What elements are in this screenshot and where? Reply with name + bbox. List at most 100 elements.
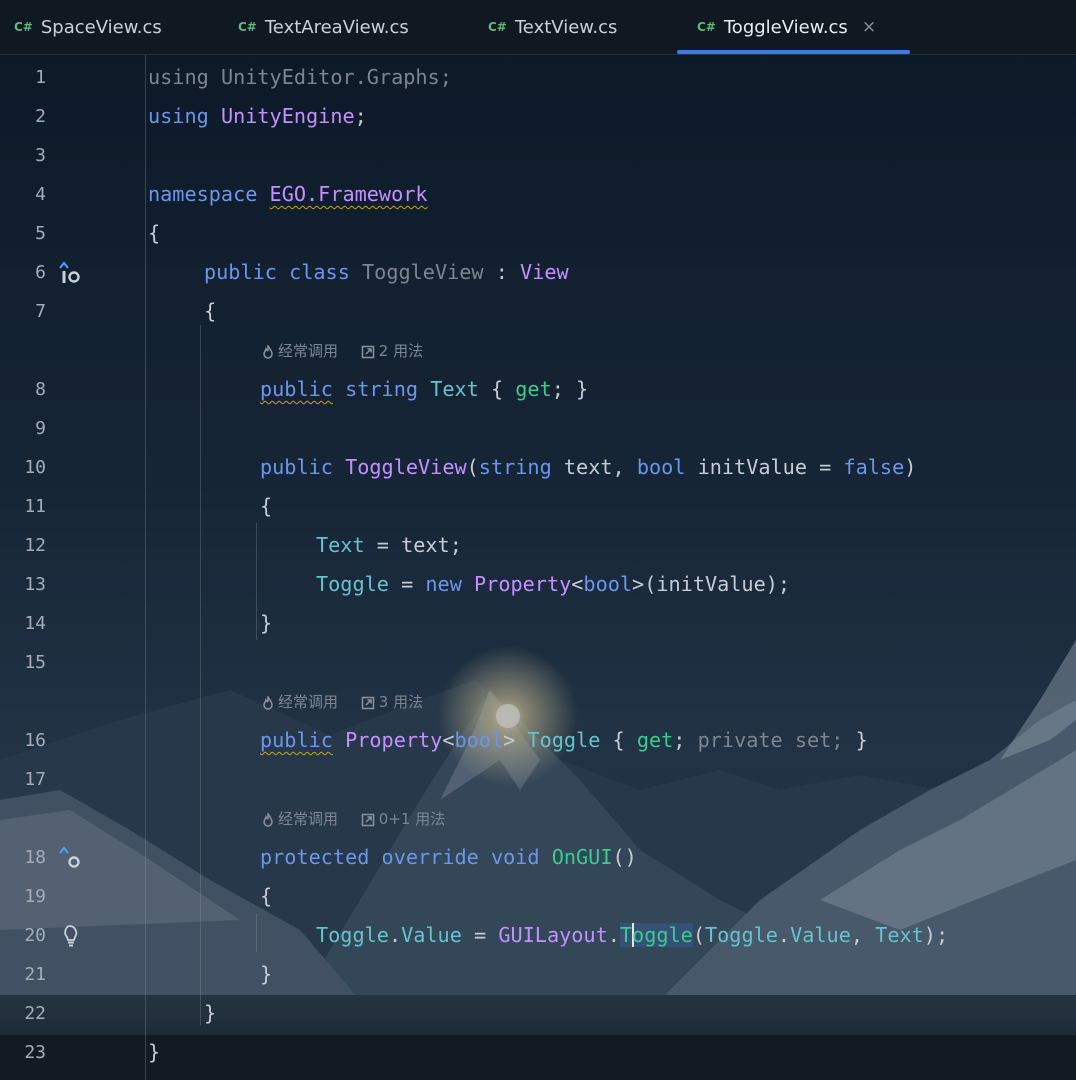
- code-line: 12 Text = text;: [0, 526, 1076, 565]
- code-text: Toggle.Value = GUILayout.Toggle(Toggle.V…: [316, 923, 949, 947]
- tab-textareaview[interactable]: C# TextAreaView.cs: [238, 0, 409, 54]
- code-line: 8 public string Text { get; }: [0, 370, 1076, 409]
- line-number: 17: [24, 769, 46, 790]
- csharp-file-icon: C#: [488, 20, 507, 34]
- code-line: 9: [0, 409, 1076, 448]
- line-number: 12: [24, 535, 46, 556]
- line-number: 16: [24, 730, 46, 751]
- frequently-called-hint[interactable]: 经常调用: [262, 683, 338, 722]
- line-number: 1: [35, 67, 46, 88]
- line-number: 21: [24, 964, 46, 985]
- csharp-file-icon: C#: [14, 20, 33, 34]
- line-number: 10: [24, 457, 46, 478]
- tab-label: TextAreaView.cs: [264, 16, 409, 38]
- line-number: 20: [24, 925, 46, 946]
- frequently-called-hint[interactable]: 经常调用: [262, 800, 338, 839]
- code-vision-hint: 经常调用 0+1 用法: [0, 800, 1076, 839]
- implemented-up-icon[interactable]: [56, 261, 82, 285]
- code-text: using UnityEngine;: [148, 104, 367, 128]
- tab-spaceview[interactable]: C# SpaceView.cs: [14, 0, 162, 54]
- editor-tab-bar: C# SpaceView.cs C# TextAreaView.cs C# Te…: [0, 0, 1076, 55]
- line-number: 11: [24, 496, 46, 517]
- flame-icon: [263, 695, 273, 710]
- flame-icon: [263, 344, 273, 359]
- line-number: 5: [35, 223, 46, 244]
- line-number: 19: [24, 886, 46, 907]
- usages-hint[interactable]: 3 用法: [361, 683, 423, 722]
- code-line: 18 protected override void OnGUI(): [0, 838, 1076, 877]
- code-text: Toggle = new Property<bool>(initValue);: [316, 572, 791, 596]
- code-text: {: [204, 299, 217, 323]
- code-line: 13 Toggle = new Property<bool>(initValue…: [0, 565, 1076, 604]
- code-text: public string Text { get; }: [260, 377, 589, 401]
- code-text: protected override void OnGUI(): [260, 845, 637, 869]
- indent-guide: [200, 325, 201, 1025]
- flame-icon: [263, 812, 273, 827]
- tab-toggleview[interactable]: C# ToggleView.cs ×: [697, 0, 876, 54]
- external-link-icon: [361, 345, 375, 358]
- code-text: public ToggleView(string text, bool init…: [260, 455, 917, 479]
- line-number: 23: [24, 1042, 46, 1063]
- line-number: 22: [24, 1003, 46, 1024]
- line-number: 15: [24, 652, 46, 673]
- tab-textview[interactable]: C# TextView.cs: [488, 0, 617, 54]
- line-number: 3: [35, 145, 46, 166]
- external-link-icon: [361, 696, 375, 709]
- line-number: 7: [35, 301, 46, 322]
- code-line: 2 using UnityEngine;: [0, 97, 1076, 136]
- code-line: 6 public class ToggleView : View: [0, 253, 1076, 292]
- line-number: 13: [24, 574, 46, 595]
- code-text: public Property<bool> Toggle { get; priv…: [260, 728, 868, 752]
- tab-label: TextView.cs: [514, 16, 618, 38]
- code-text: }: [204, 1001, 217, 1025]
- line-number: 8: [35, 379, 46, 400]
- line-number: 2: [35, 106, 46, 127]
- csharp-file-icon: C#: [697, 20, 716, 34]
- code-vision-hint: 经常调用 2 用法: [0, 332, 1076, 371]
- code-text: namespace EGO.Framework: [148, 182, 428, 206]
- code-line: 10 public ToggleView(string text, bool i…: [0, 448, 1076, 487]
- code-line: 1 using UnityEditor.Graphs;: [0, 58, 1076, 97]
- code-line: 19 {: [0, 877, 1076, 916]
- frequently-called-hint[interactable]: 经常调用: [262, 332, 338, 371]
- code-line: 16 public Property<bool> Toggle { get; p…: [0, 721, 1076, 760]
- code-vision-hint: 经常调用 3 用法: [0, 683, 1076, 722]
- code-line: 14 }: [0, 604, 1076, 643]
- code-line: 5 {: [0, 214, 1076, 253]
- code-text: }: [260, 611, 273, 635]
- code-text: }: [260, 962, 273, 986]
- indent-guide: [256, 523, 257, 640]
- code-line: 4 namespace EGO.Framework: [0, 175, 1076, 214]
- usages-hint[interactable]: 2 用法: [361, 332, 423, 371]
- usages-hint[interactable]: 0+1 用法: [361, 800, 445, 839]
- code-line: 20 Toggle.Value = GUILayout.Toggle(Toggl…: [0, 916, 1076, 955]
- override-up-icon[interactable]: [56, 846, 82, 870]
- line-number: 14: [24, 613, 46, 634]
- line-number: 9: [35, 418, 46, 439]
- indent-guide: [256, 913, 257, 952]
- active-tab-indicator: [677, 50, 910, 54]
- code-text: using UnityEditor.Graphs;: [148, 65, 452, 89]
- code-text: Text = text;: [316, 533, 462, 557]
- tab-label: SpaceView.cs: [40, 16, 162, 38]
- line-number: 18: [24, 847, 46, 868]
- line-number: 4: [35, 184, 46, 205]
- code-text: {: [260, 884, 273, 908]
- code-line: 11 {: [0, 487, 1076, 526]
- code-text: }: [148, 1040, 161, 1064]
- line-number: 6: [35, 262, 46, 283]
- close-tab-icon[interactable]: ×: [862, 17, 876, 37]
- code-text: {: [148, 221, 161, 245]
- code-line: 3: [0, 136, 1076, 175]
- code-editor[interactable]: 1 using UnityEditor.Graphs; 2 using Unit…: [0, 55, 1076, 1080]
- gutter-divider: [145, 55, 146, 1080]
- external-link-icon: [361, 813, 375, 826]
- code-line: 21 }: [0, 955, 1076, 994]
- code-line: 22 }: [0, 994, 1076, 1033]
- code-line: 7 {: [0, 292, 1076, 331]
- code-text: {: [260, 494, 273, 518]
- code-line: 17: [0, 760, 1076, 799]
- lightbulb-icon[interactable]: [58, 924, 84, 948]
- csharp-file-icon: C#: [238, 20, 257, 34]
- code-line: 23 }: [0, 1033, 1076, 1072]
